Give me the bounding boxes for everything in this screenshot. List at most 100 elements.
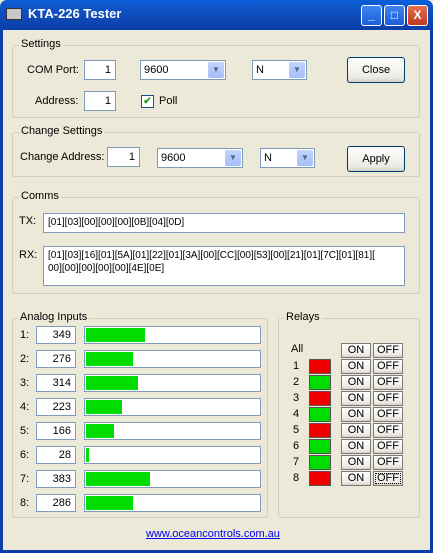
analog-input-value: 349	[36, 326, 76, 344]
analog-input-value: 276	[36, 350, 76, 368]
relay-on-button[interactable]: ON	[341, 439, 371, 454]
analog-input-label: 8:	[20, 497, 30, 509]
relay-on-button[interactable]: ON	[341, 375, 371, 390]
analog-input-bar-fill	[86, 400, 122, 414]
relay-number: 4	[293, 408, 300, 420]
relay-off-button[interactable]: OFF	[373, 407, 403, 422]
relay-status-indicator	[309, 439, 331, 454]
analog-input-value: 28	[36, 446, 76, 464]
address-label: Address:	[35, 95, 79, 107]
parity-select[interactable]: N ▼	[252, 60, 307, 80]
relay-off-button[interactable]: OFF	[373, 471, 403, 486]
relay-on-button[interactable]: ON	[341, 471, 371, 486]
tx-label: TX:	[19, 215, 37, 227]
analog-input-bar-fill	[86, 472, 150, 486]
poll-label: Poll	[159, 95, 178, 107]
change-baud-select-value: 9600	[161, 152, 186, 164]
app-icon	[6, 8, 22, 20]
analog-input-bar-fill	[86, 328, 145, 342]
analog-inputs-group	[12, 318, 268, 518]
analog-input-bar	[84, 470, 261, 488]
relay-status-indicator	[309, 471, 331, 486]
relays-all-label: All	[291, 343, 304, 355]
analog-input-bar-fill	[86, 352, 133, 366]
relay-number: 2	[293, 376, 300, 388]
analog-input-label: 1:	[20, 329, 30, 341]
maximize-button[interactable]: □	[384, 5, 405, 26]
close-window-button[interactable]: X	[407, 5, 428, 26]
poll-checkbox[interactable]: ✔	[141, 95, 154, 108]
relay-number: 5	[293, 424, 300, 436]
chevron-down-icon[interactable]: ▼	[225, 150, 241, 166]
analog-input-bar	[84, 326, 261, 344]
relay-status-indicator	[309, 359, 331, 374]
relay-off-button[interactable]: OFF	[373, 455, 403, 470]
analog-input-value: 383	[36, 470, 76, 488]
relay-off-button[interactable]: OFF	[373, 375, 403, 390]
analog-input-bar	[84, 422, 261, 440]
analog-input-label: 3:	[20, 377, 30, 389]
relay-status-indicator	[309, 407, 331, 422]
all-off-button[interactable]: OFF	[373, 343, 403, 358]
relay-on-button[interactable]: ON	[341, 407, 371, 422]
baud-select[interactable]: 9600 ▼	[140, 60, 226, 80]
change-address-input[interactable]: 1	[107, 147, 140, 167]
rx-line-2: 00][00][00][00][00][4E][0E]	[48, 263, 165, 274]
relay-off-button[interactable]: OFF	[373, 439, 403, 454]
relay-off-button[interactable]: OFF	[373, 359, 403, 374]
comms-group-label: Comms	[19, 190, 61, 202]
com-port-input[interactable]: 1	[84, 60, 116, 80]
address-input[interactable]: 1	[84, 91, 116, 111]
change-parity-select-value: N	[264, 152, 272, 164]
analog-input-value: 166	[36, 422, 76, 440]
chevron-down-icon[interactable]: ▼	[208, 62, 224, 78]
analog-input-label: 6:	[20, 449, 30, 461]
relay-on-button[interactable]: ON	[341, 455, 371, 470]
analog-input-bar-fill	[86, 496, 133, 510]
analog-input-label: 4:	[20, 401, 30, 413]
analog-input-bar	[84, 350, 261, 368]
analog-input-value: 314	[36, 374, 76, 392]
relay-on-button[interactable]: ON	[341, 359, 371, 374]
relay-status-indicator	[309, 423, 331, 438]
analog-input-label: 2:	[20, 353, 30, 365]
analog-input-bar-fill	[86, 448, 89, 462]
analog-input-value: 286	[36, 494, 76, 512]
relay-status-indicator	[309, 375, 331, 390]
chevron-down-icon[interactable]: ▼	[289, 62, 305, 78]
analog-input-bar-fill	[86, 376, 138, 390]
analog-inputs-group-label: Analog Inputs	[18, 311, 90, 323]
window-title: KTA-226 Tester	[28, 6, 122, 21]
com-port-label: COM Port:	[27, 64, 79, 76]
rx-field[interactable]: [01][03][16][01][5A][01][22][01][3A][00]…	[43, 246, 405, 286]
analog-input-value: 223	[36, 398, 76, 416]
all-on-button[interactable]: ON	[341, 343, 371, 358]
analog-input-label: 7:	[20, 473, 30, 485]
analog-input-bar	[84, 446, 261, 464]
change-baud-select[interactable]: 9600 ▼	[157, 148, 243, 168]
relay-number: 7	[293, 456, 300, 468]
relay-off-button[interactable]: OFF	[373, 391, 403, 406]
settings-group-label: Settings	[19, 38, 63, 50]
close-button[interactable]: Close	[347, 57, 405, 83]
change-address-label: Change Address:	[20, 151, 105, 163]
baud-select-value: 9600	[144, 64, 169, 76]
rx-line-1: [01][03][16][01][5A][01][22][01][3A][00]…	[48, 250, 375, 261]
relay-on-button[interactable]: ON	[341, 391, 371, 406]
chevron-down-icon[interactable]: ▼	[297, 150, 313, 166]
apply-button[interactable]: Apply	[347, 146, 405, 172]
tx-field[interactable]: [01][03][00][00][00][0B][04][0D]	[43, 213, 405, 233]
analog-input-label: 5:	[20, 425, 30, 437]
relay-number: 8	[293, 472, 300, 484]
change-settings-group-label: Change Settings	[19, 125, 105, 137]
analog-input-bar	[84, 374, 261, 392]
relay-off-button[interactable]: OFF	[373, 423, 403, 438]
change-parity-select[interactable]: N ▼	[260, 148, 315, 168]
rx-label: RX:	[19, 249, 38, 261]
analog-input-bar	[84, 398, 261, 416]
minimize-button[interactable]: _	[361, 5, 382, 26]
relay-number: 1	[293, 360, 300, 372]
relay-number: 6	[293, 440, 300, 452]
website-link[interactable]: www.oceancontrols.com.au	[146, 528, 280, 540]
relay-on-button[interactable]: ON	[341, 423, 371, 438]
